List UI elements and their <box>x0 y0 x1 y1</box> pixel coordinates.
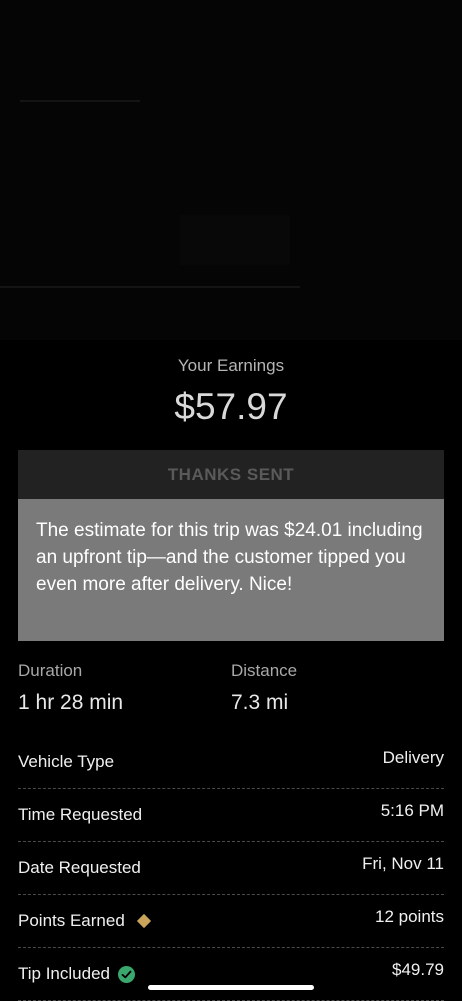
duration-stat: Duration 1 hr 28 min <box>18 660 123 716</box>
duration-label: Duration <box>18 661 83 680</box>
duration-value: 1 hr 28 min <box>18 691 124 714</box>
points-earned-value: 12 points <box>375 907 444 926</box>
check-circle-icon <box>117 965 135 983</box>
time-requested-row: Time Requested 5:16 PM <box>18 789 444 842</box>
distance-value: 7.3 mi <box>231 691 289 714</box>
date-requested-value: Fri, Nov 11 <box>362 854 444 873</box>
vehicle-type-row: Vehicle Type Delivery <box>18 736 444 789</box>
points-earned-label: Points Earned <box>18 911 125 930</box>
time-requested-value: 5:16 PM <box>380 801 444 820</box>
tip-included-row: Tip Included $49.79 <box>18 948 444 1001</box>
tip-included-value: $49.79 <box>392 960 444 979</box>
earnings-label: Your Earnings <box>177 356 285 375</box>
thanks-sent-button[interactable]: THANKS SENT <box>18 450 444 499</box>
distance-label: Distance <box>231 661 298 680</box>
trip-map <box>0 0 462 340</box>
diamond-icon <box>136 913 151 929</box>
home-indicator[interactable] <box>148 985 314 990</box>
map-road <box>0 286 300 288</box>
time-requested-label: Time Requested <box>18 805 143 824</box>
map-road <box>20 100 140 102</box>
points-earned-row[interactable]: Points Earned 12 points <box>18 895 444 948</box>
vehicle-type-value: Delivery <box>382 748 444 767</box>
map-road <box>180 215 290 265</box>
vehicle-type-label: Vehicle Type <box>18 752 115 771</box>
trip-details-list: Vehicle Type Delivery Time Requested 5:1… <box>18 736 444 1001</box>
earnings-amount: $57.97 <box>174 386 288 427</box>
distance-stat: Distance 7.3 mi <box>231 660 297 716</box>
date-requested-label: Date Requested <box>18 858 141 877</box>
date-requested-row: Date Requested Fri, Nov 11 <box>18 842 444 895</box>
tip-included-label: Tip Included <box>18 964 110 983</box>
estimate-message: The estimate for this trip was $24.01 in… <box>18 499 444 641</box>
